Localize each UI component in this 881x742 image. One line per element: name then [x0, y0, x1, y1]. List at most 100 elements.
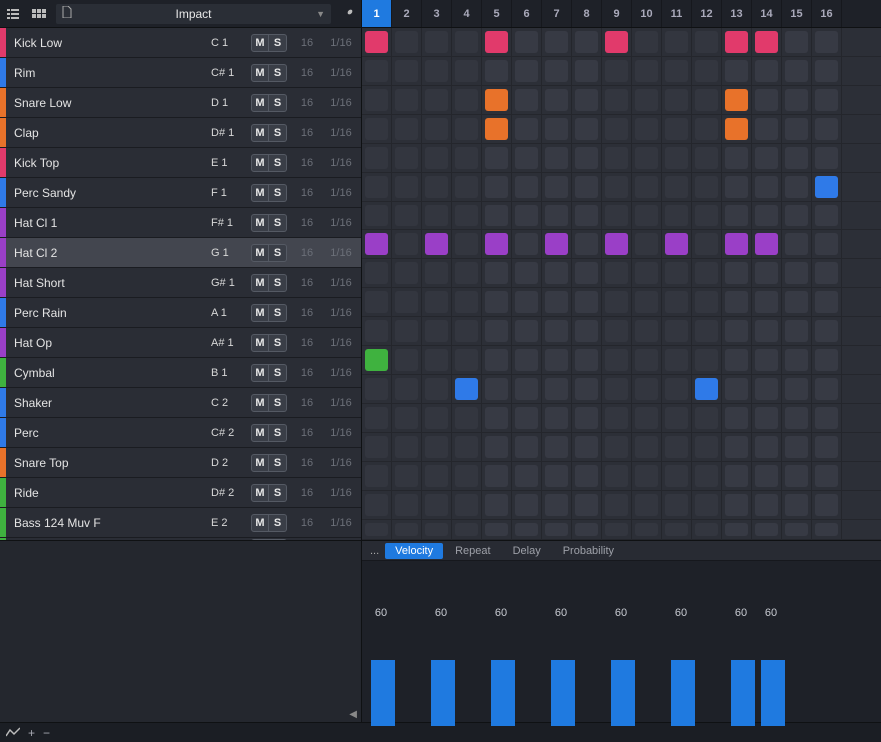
step-cell[interactable] [482, 404, 512, 432]
track-row[interactable]: Hat OpA# 1MS161/16 [0, 328, 361, 358]
step-cell[interactable] [812, 230, 842, 258]
step-cell[interactable] [572, 86, 602, 114]
step-cell[interactable] [392, 28, 422, 56]
step-cell[interactable] [632, 173, 662, 201]
step-cell[interactable] [422, 115, 452, 143]
step-cell[interactable] [662, 491, 692, 519]
step-cell[interactable] [602, 491, 632, 519]
mute-button[interactable]: M [251, 274, 269, 292]
mute-button[interactable]: M [251, 454, 269, 472]
step-cell[interactable] [542, 375, 572, 403]
step-cell[interactable] [692, 57, 722, 85]
step-cell[interactable] [602, 317, 632, 345]
step-cell[interactable] [752, 144, 782, 172]
track-row[interactable]: Perc RainA 1MS161/16 [0, 298, 361, 328]
mute-button[interactable]: M [251, 34, 269, 52]
step-cell[interactable] [452, 144, 482, 172]
track-length[interactable]: 16 [293, 217, 321, 229]
step-cell[interactable] [542, 173, 572, 201]
step-cell[interactable] [482, 317, 512, 345]
step-cell[interactable] [392, 86, 422, 114]
velocity-bar[interactable]: 60 [422, 565, 452, 726]
step-cell[interactable] [812, 144, 842, 172]
solo-button[interactable]: S [269, 244, 287, 262]
step-cell[interactable] [782, 86, 812, 114]
step-cell[interactable] [362, 433, 392, 461]
step-cell[interactable] [632, 520, 662, 539]
step-cell[interactable] [602, 57, 632, 85]
step-cell[interactable] [512, 259, 542, 287]
step-cell[interactable] [752, 491, 782, 519]
velocity-bar[interactable]: 60 [722, 565, 752, 726]
mute-button[interactable]: M [251, 514, 269, 532]
step-cell[interactable] [512, 144, 542, 172]
step-cell[interactable] [662, 317, 692, 345]
step-cell[interactable] [422, 259, 452, 287]
step-cell[interactable] [542, 346, 572, 374]
step-cell[interactable] [662, 288, 692, 316]
step-cell[interactable] [512, 173, 542, 201]
mute-button[interactable]: M [251, 94, 269, 112]
track-length[interactable]: 16 [293, 307, 321, 319]
track-row[interactable]: Snare TopD 2MS161/16 [0, 448, 361, 478]
step-cell[interactable] [482, 462, 512, 490]
step-cell[interactable] [482, 375, 512, 403]
track-resolution[interactable]: 1/16 [321, 367, 361, 379]
mute-button[interactable]: M [251, 154, 269, 172]
step-cell[interactable] [362, 57, 392, 85]
step-cell[interactable] [392, 346, 422, 374]
step-cell[interactable] [452, 86, 482, 114]
step-cell[interactable] [722, 144, 752, 172]
step-cell[interactable] [722, 202, 752, 230]
step-cell[interactable] [422, 230, 452, 258]
mute-button[interactable]: M [251, 424, 269, 442]
track-row[interactable]: RideD# 2MS161/16 [0, 478, 361, 508]
track-row[interactable]: Snare LowD 1MS161/16 [0, 88, 361, 118]
step-cell[interactable] [422, 520, 452, 539]
step-cell[interactable] [752, 346, 782, 374]
step-cell[interactable] [722, 86, 752, 114]
track-length[interactable]: 16 [293, 277, 321, 289]
remove-button[interactable]: − [43, 726, 50, 740]
solo-button[interactable]: S [269, 424, 287, 442]
step-cell[interactable] [392, 173, 422, 201]
step-cell[interactable] [812, 202, 842, 230]
step-cell[interactable] [392, 462, 422, 490]
track-resolution[interactable]: 1/16 [321, 487, 361, 499]
param-tab-probability[interactable]: Probability [553, 543, 624, 559]
track-resolution[interactable]: 1/16 [321, 157, 361, 169]
step-cell[interactable] [812, 28, 842, 56]
step-header-14[interactable]: 14 [752, 0, 782, 27]
step-cell[interactable] [452, 404, 482, 432]
step-cell[interactable] [512, 57, 542, 85]
step-cell[interactable] [572, 259, 602, 287]
step-cell[interactable] [692, 346, 722, 374]
solo-button[interactable]: S [269, 514, 287, 532]
step-cell[interactable] [662, 462, 692, 490]
step-cell[interactable] [362, 375, 392, 403]
preset-selector[interactable]: Impact ▼ [56, 4, 331, 24]
step-cell[interactable] [422, 346, 452, 374]
solo-button[interactable]: S [269, 334, 287, 352]
track-resolution[interactable]: 1/16 [321, 67, 361, 79]
step-cell[interactable] [572, 375, 602, 403]
step-cell[interactable] [452, 202, 482, 230]
step-cell[interactable] [782, 375, 812, 403]
step-cell[interactable] [632, 28, 662, 56]
step-cell[interactable] [692, 288, 722, 316]
mute-button[interactable]: M [251, 394, 269, 412]
step-cell[interactable] [512, 230, 542, 258]
mute-button[interactable]: M [251, 334, 269, 352]
step-cell[interactable] [692, 86, 722, 114]
step-header-16[interactable]: 16 [812, 0, 842, 27]
step-header-3[interactable]: 3 [422, 0, 452, 27]
track-length[interactable]: 16 [293, 487, 321, 499]
track-row[interactable]: Arp 124 Muv FF 2MS161/16 [0, 538, 361, 540]
velocity-bar[interactable]: 60 [752, 565, 782, 726]
track-row[interactable]: Hat ShortG# 1MS161/16 [0, 268, 361, 298]
step-cell[interactable] [662, 230, 692, 258]
step-cell[interactable] [632, 115, 662, 143]
step-cell[interactable] [362, 346, 392, 374]
step-cell[interactable] [392, 144, 422, 172]
step-cell[interactable] [812, 86, 842, 114]
